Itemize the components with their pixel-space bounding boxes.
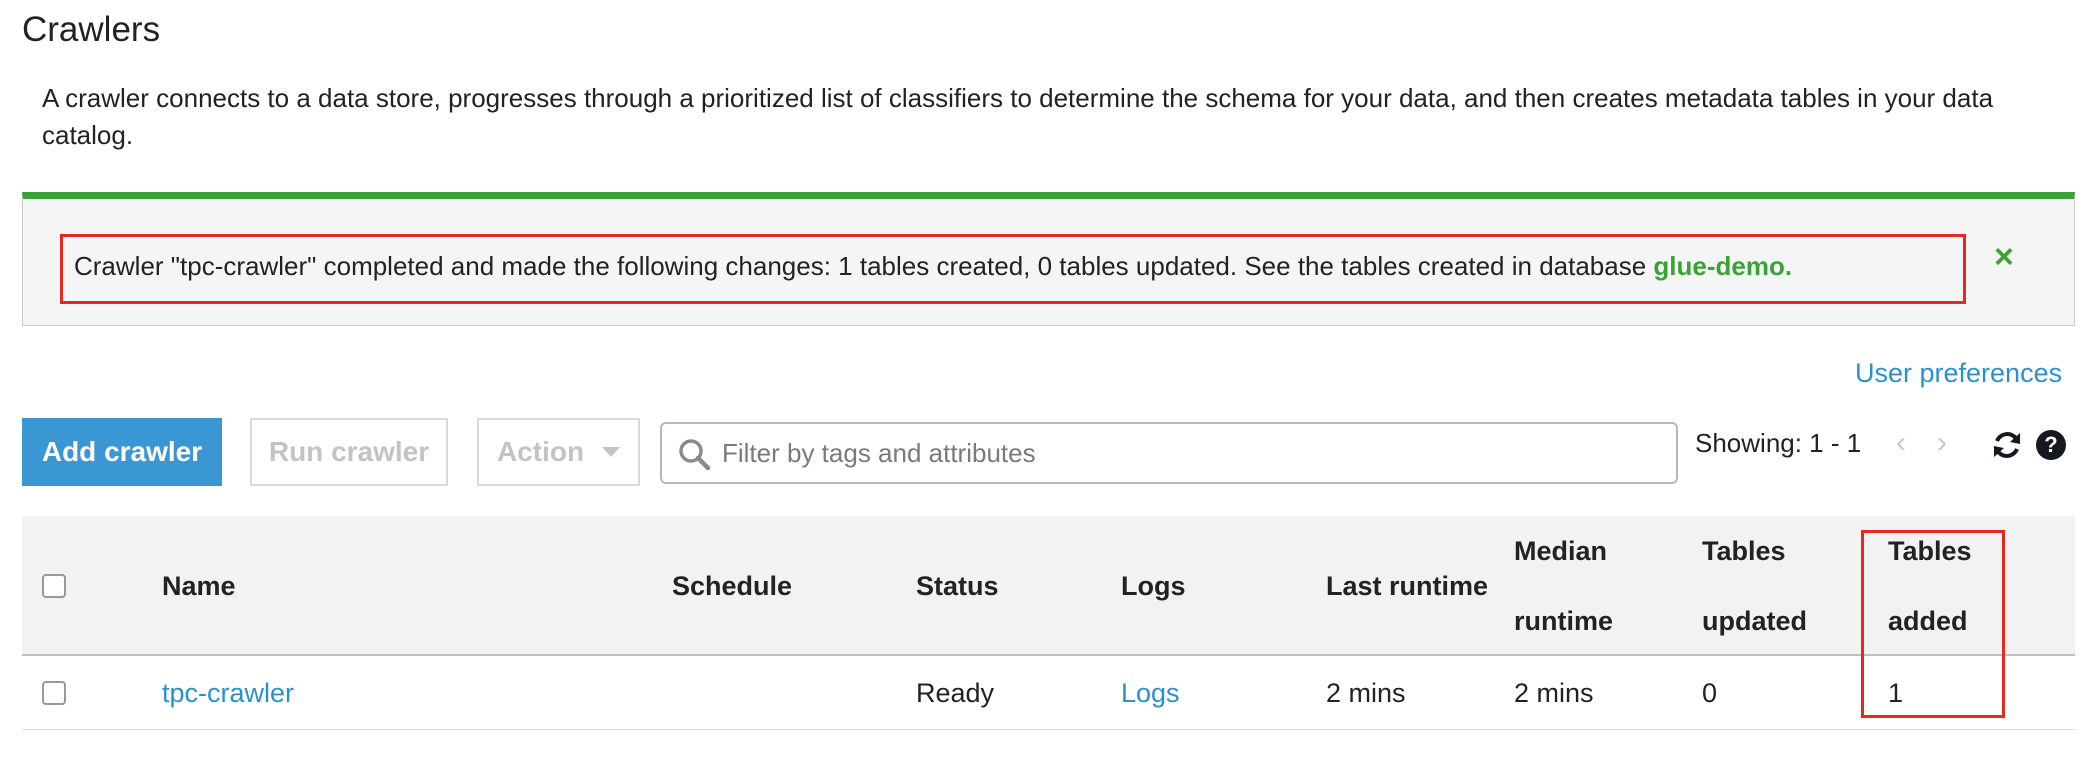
pagination-status: Showing: 1 - 1 [1695, 428, 1862, 458]
previous-page-icon[interactable]: ‹ [1896, 426, 1906, 460]
close-icon[interactable]: × [1994, 238, 2014, 277]
chevron-down-icon [602, 447, 621, 457]
header-name[interactable]: Name [162, 551, 236, 621]
tables-added-highlight-box [1861, 530, 2005, 718]
cell-last-runtime: 2 mins [1326, 678, 1406, 708]
flash-message: Crawler "tpc-crawler" completed and made… [74, 248, 1792, 284]
search-input[interactable] [722, 432, 1662, 474]
row-checkbox[interactable] [42, 681, 66, 705]
add-crawler-button[interactable]: Add crawler [22, 418, 222, 486]
cell-tables-updated: 0 [1702, 678, 1718, 708]
search-icon [679, 439, 711, 471]
table-row[interactable]: tpc-crawler Ready Logs 2 mins 2 mins 0 1 [22, 656, 2075, 730]
next-page-icon[interactable]: › [1937, 426, 1947, 460]
action-label: Action [496, 436, 585, 467]
user-preferences-link[interactable]: User preferences [1855, 358, 2062, 389]
header-logs[interactable]: Logs [1121, 551, 1186, 621]
cell-median-runtime: 2 mins [1514, 678, 1594, 708]
header-status[interactable]: Status [916, 551, 999, 621]
header-last-runtime[interactable]: Last runtime [1326, 551, 1488, 621]
table-header: Name Schedule Status Logs Last runtime M… [22, 516, 2075, 656]
crawler-name-link[interactable]: tpc-crawler [162, 656, 294, 730]
search-box[interactable] [660, 422, 1678, 484]
select-all-checkbox[interactable] [42, 574, 66, 598]
page-title: Crawlers [22, 10, 161, 49]
page-description: A crawler connects to a data store, prog… [42, 83, 1994, 150]
header-median-runtime-line1[interactable]: Median [1514, 516, 1607, 586]
logs-link[interactable]: Logs [1121, 656, 1180, 730]
refresh-icon[interactable] [1990, 428, 2024, 462]
database-link[interactable]: glue-demo. [1653, 251, 1792, 281]
header-tables-updated-line2[interactable]: updated [1702, 586, 1807, 656]
cell-status: Ready [916, 678, 995, 708]
header-schedule[interactable]: Schedule [672, 551, 792, 621]
header-tables-updated-line1[interactable]: Tables [1702, 516, 1786, 586]
action-dropdown[interactable]: Action [477, 418, 640, 486]
run-crawler-button[interactable]: Run crawler [250, 418, 448, 486]
header-median-runtime-line2[interactable]: runtime [1514, 586, 1613, 656]
flash-message-text: Crawler "tpc-crawler" completed and made… [74, 251, 1654, 281]
help-icon[interactable]: ? [2036, 430, 2066, 460]
